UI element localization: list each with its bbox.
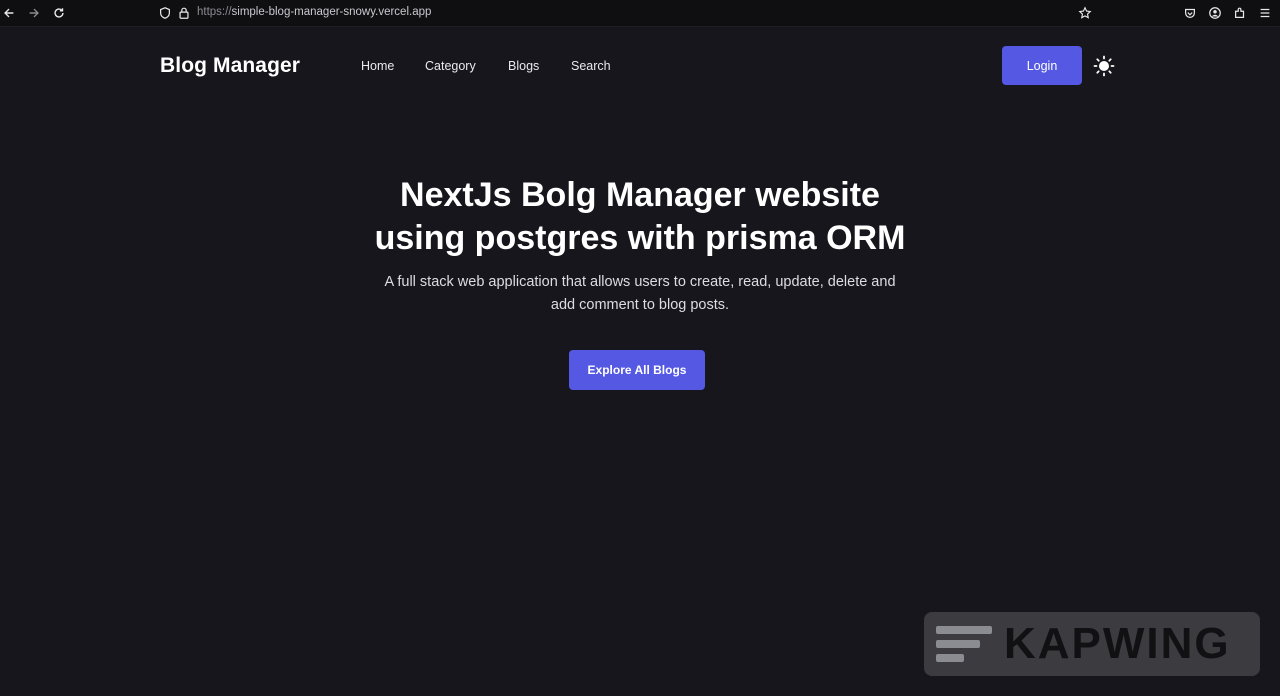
reload-icon[interactable]	[50, 4, 68, 22]
explore-all-blogs-button[interactable]: Explore All Blogs	[569, 350, 705, 390]
menu-icon[interactable]	[1256, 4, 1274, 22]
pocket-icon[interactable]	[1181, 4, 1199, 22]
nav-link-blogs[interactable]: Blogs	[508, 59, 539, 73]
browser-toolbar: https://simple-blog-manager-snowy.vercel…	[0, 0, 1280, 27]
url-protocol: https://	[197, 6, 232, 18]
theme-toggle-button[interactable]	[1092, 54, 1116, 78]
url-host: simple-blog-manager-snowy.vercel.app	[231, 6, 432, 18]
login-button[interactable]: Login	[1002, 46, 1082, 85]
nav-link-home[interactable]: Home	[361, 59, 394, 73]
kapwing-logo-icon	[936, 624, 992, 664]
back-arrow-icon[interactable]	[0, 4, 18, 22]
sun-icon	[1093, 55, 1115, 77]
lock-icon[interactable]	[175, 4, 193, 22]
extensions-icon[interactable]	[1231, 4, 1249, 22]
account-icon[interactable]	[1206, 4, 1224, 22]
hero-title-line-1: NextJs Bolg Manager website	[400, 176, 880, 214]
bookmark-star-icon[interactable]	[1076, 4, 1094, 22]
forward-arrow-icon[interactable]	[25, 4, 43, 22]
nav-link-search[interactable]: Search	[571, 59, 611, 73]
shield-icon[interactable]	[156, 4, 174, 22]
hero-title: NextJs Bolg Manager website using postgr…	[340, 174, 940, 260]
nav-link-category[interactable]: Category	[425, 59, 476, 73]
hero-title-line-2: using postgres with prisma ORM	[374, 219, 906, 257]
watermark-text: KAPWING	[1004, 619, 1231, 668]
kapwing-watermark: KAPWING	[924, 612, 1260, 676]
site-brand[interactable]: Blog Manager	[160, 54, 300, 78]
hero-subtitle-line-2: add comment to blog posts.	[550, 297, 730, 313]
address-bar-url[interactable]: https://simple-blog-manager-snowy.vercel…	[197, 6, 431, 18]
hero-subtitle-line-1: A full stack web application that allows…	[384, 274, 896, 290]
hero-subtitle: A full stack web application that allows…	[340, 271, 940, 317]
